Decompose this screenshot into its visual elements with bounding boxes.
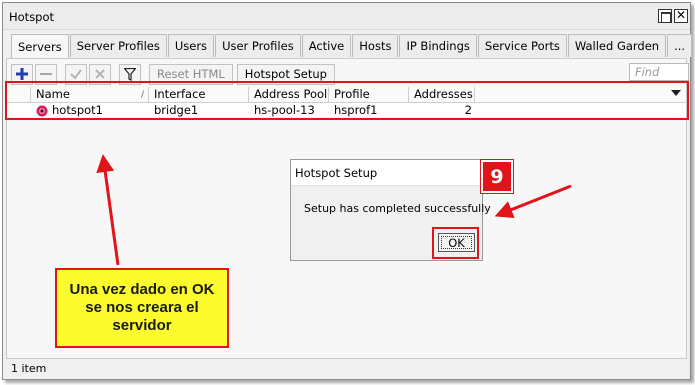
- restore-window-button[interactable]: [658, 9, 672, 23]
- step-badge: 9: [481, 160, 513, 193]
- tab-more[interactable]: ...: [667, 34, 693, 57]
- x-icon: [95, 69, 105, 79]
- tab-ip-bindings[interactable]: IP Bindings: [399, 34, 477, 57]
- item-count: 1 item: [11, 362, 47, 375]
- minus-icon: [40, 73, 52, 75]
- tab-service-ports[interactable]: Service Ports: [477, 34, 567, 57]
- tab-users[interactable]: Users: [167, 34, 215, 57]
- status-bar: 1 item: [6, 358, 687, 377]
- tab-bar: Servers Server Profiles Users User Profi…: [11, 34, 693, 58]
- tab-user-profiles[interactable]: User Profiles: [215, 34, 301, 57]
- tab-hosts[interactable]: Hosts: [352, 34, 399, 57]
- table-highlight-box: [5, 81, 689, 120]
- window-titlebar: Hotspot ✕: [3, 3, 690, 30]
- check-icon: [70, 69, 82, 80]
- find-input[interactable]: [630, 64, 688, 80]
- annotation-note: Una vez dado en OK se nos creara el serv…: [55, 268, 229, 348]
- find-field[interactable]: [629, 63, 689, 81]
- tab-server-profiles[interactable]: Server Profiles: [69, 34, 167, 57]
- ok-highlight-box: [432, 227, 479, 259]
- dialog-message: Setup has completed successfully: [304, 202, 491, 215]
- plus-icon: [16, 68, 28, 80]
- dialog-title: Hotspot Setup: [291, 160, 482, 186]
- tab-servers[interactable]: Servers: [11, 34, 69, 58]
- tab-active[interactable]: Active: [301, 34, 352, 57]
- filter-icon: [124, 67, 136, 81]
- window-title: Hotspot: [9, 10, 55, 24]
- annotation-note-text: Una vez dado en OK se nos creara el serv…: [69, 281, 215, 334]
- tab-walled-garden[interactable]: Walled Garden: [567, 34, 667, 57]
- close-window-button[interactable]: ✕: [674, 9, 688, 23]
